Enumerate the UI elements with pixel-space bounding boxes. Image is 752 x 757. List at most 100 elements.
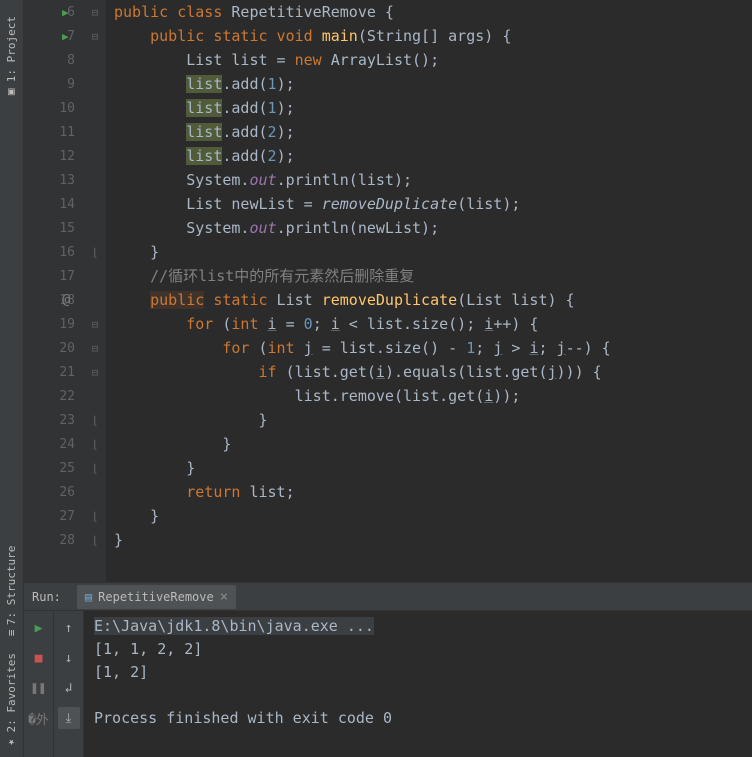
editor: 6▶7▶89101112131415161718@192021222324252…	[24, 0, 752, 582]
stop-button[interactable]: ■	[28, 647, 50, 669]
structure-icon: ≡	[5, 630, 18, 637]
code-line[interactable]: List list = new ArrayList();	[114, 48, 752, 72]
fold-marker[interactable]: ⌊	[84, 408, 106, 432]
run-gutter-icon[interactable]: ▶	[62, 6, 69, 19]
sidebar-tab-favorites[interactable]: ★ 2: Favorites	[3, 645, 20, 757]
gutter-line[interactable]: 8	[24, 48, 83, 72]
gutter-line[interactable]: 12	[24, 144, 83, 168]
exit-button[interactable]: �外	[28, 707, 50, 729]
gutter-line[interactable]: 21	[24, 360, 83, 384]
fold-marker[interactable]: ⊟	[84, 0, 106, 24]
gutter-line[interactable]: 16	[24, 240, 83, 264]
left-sidebar: ▣ 1: Project ≡ 7: Structure ★ 2: Favorit…	[0, 0, 24, 757]
code-line[interactable]: }	[114, 240, 752, 264]
fold-marker[interactable]	[84, 96, 106, 120]
gutter-line[interactable]: 28	[24, 528, 83, 552]
console-line	[94, 684, 742, 707]
fold-marker[interactable]	[84, 216, 106, 240]
code-line[interactable]: public static List removeDuplicate(List …	[114, 288, 752, 312]
fold-marker[interactable]: ⌊	[84, 528, 106, 552]
fold-marker[interactable]	[84, 288, 106, 312]
fold-marker[interactable]	[84, 384, 106, 408]
run-tab-name: RepetitiveRemove	[98, 590, 214, 604]
gutter-line[interactable]: 13	[24, 168, 83, 192]
sidebar-tab-label: 7: Structure	[5, 546, 18, 625]
scroll-icon[interactable]: ⤓	[58, 707, 80, 729]
up-icon[interactable]: ↑	[58, 617, 80, 639]
fold-marker[interactable]: ⊟	[84, 312, 106, 336]
fold-marker[interactable]: ⊟	[84, 24, 106, 48]
code-area[interactable]: public class RepetitiveRemove { public s…	[106, 0, 752, 582]
fold-marker[interactable]	[84, 120, 106, 144]
gutter-line[interactable]: 18@	[24, 288, 83, 312]
code-line[interactable]: System.out.println(list);	[114, 168, 752, 192]
gutter-line[interactable]: 15	[24, 216, 83, 240]
wrap-icon[interactable]: ↲	[58, 677, 80, 699]
code-line[interactable]: list.add(1);	[114, 72, 752, 96]
fold-marker[interactable]	[84, 480, 106, 504]
sidebar-tab-label: 2: Favorites	[5, 653, 18, 732]
code-line[interactable]: }	[114, 504, 752, 528]
fold-marker[interactable]: ⌊	[84, 504, 106, 528]
code-line[interactable]: list.remove(list.get(i));	[114, 384, 752, 408]
code-line[interactable]: List newList = removeDuplicate(list);	[114, 192, 752, 216]
gutter-line[interactable]: 7▶	[24, 24, 83, 48]
console-output[interactable]: E:\Java\jdk1.8\bin\java.exe ...[1, 1, 2,…	[84, 611, 752, 757]
gutter-line[interactable]: 23	[24, 408, 83, 432]
code-line[interactable]: }	[114, 456, 752, 480]
gutter-line[interactable]: 27	[24, 504, 83, 528]
fold-marker[interactable]	[84, 168, 106, 192]
run-toolbar-right: ↑ ↓ ↲ ⤓	[54, 611, 84, 757]
gutter-line[interactable]: 6▶	[24, 0, 83, 24]
code-line[interactable]: list.add(2);	[114, 144, 752, 168]
code-line[interactable]: return list;	[114, 480, 752, 504]
fold-marker[interactable]: ⌊	[84, 240, 106, 264]
code-line[interactable]: }	[114, 408, 752, 432]
gutter-line[interactable]: 17	[24, 264, 83, 288]
override-icon[interactable]: @	[62, 292, 70, 308]
run-gutter-icon[interactable]: ▶	[62, 30, 69, 43]
folder-icon: ▣	[5, 86, 18, 99]
code-line[interactable]: for (int j = list.size() - 1; j > i; j--…	[114, 336, 752, 360]
gutter-fold: ⊟⊟⌊⊟⊟⊟⌊⌊⌊⌊⌊	[84, 0, 106, 582]
code-line[interactable]: System.out.println(newList);	[114, 216, 752, 240]
code-line[interactable]: public static void main(String[] args) {	[114, 24, 752, 48]
gutter-line[interactable]: 11	[24, 120, 83, 144]
gutter-line[interactable]: 20	[24, 336, 83, 360]
fold-marker[interactable]: ⊟	[84, 360, 106, 384]
code-line[interactable]: list.add(2);	[114, 120, 752, 144]
fold-marker[interactable]: ⌊	[84, 456, 106, 480]
console-line: Process finished with exit code 0	[94, 707, 742, 730]
fold-marker[interactable]	[84, 144, 106, 168]
code-line[interactable]: }	[114, 432, 752, 456]
gutter-line[interactable]: 14	[24, 192, 83, 216]
down-icon[interactable]: ↓	[58, 647, 80, 669]
rerun-button[interactable]: ▶	[28, 617, 50, 639]
code-line[interactable]: if (list.get(i).equals(list.get(j))) {	[114, 360, 752, 384]
gutter-line[interactable]: 24	[24, 432, 83, 456]
gutter-line[interactable]: 9	[24, 72, 83, 96]
run-tab[interactable]: ▤ RepetitiveRemove ×	[77, 585, 236, 609]
fold-marker[interactable]	[84, 72, 106, 96]
code-line[interactable]: }	[114, 528, 752, 552]
code-line[interactable]: for (int i = 0; i < list.size(); i++) {	[114, 312, 752, 336]
gutter-line[interactable]: 22	[24, 384, 83, 408]
fold-marker[interactable]	[84, 192, 106, 216]
gutter: 6▶7▶89101112131415161718@192021222324252…	[24, 0, 84, 582]
sidebar-tab-project[interactable]: ▣ 1: Project	[3, 8, 20, 107]
fold-marker[interactable]: ⊟	[84, 336, 106, 360]
gutter-line[interactable]: 10	[24, 96, 83, 120]
close-icon[interactable]: ×	[220, 589, 228, 605]
gutter-line[interactable]: 19	[24, 312, 83, 336]
code-line[interactable]: public class RepetitiveRemove {	[114, 0, 752, 24]
fold-marker[interactable]	[84, 264, 106, 288]
code-line[interactable]: //循环list中的所有元素然后删除重复	[114, 264, 752, 288]
sidebar-tab-structure[interactable]: ≡ 7: Structure	[3, 538, 20, 644]
gutter-line[interactable]: 25	[24, 456, 83, 480]
code-line[interactable]: list.add(1);	[114, 96, 752, 120]
fold-marker[interactable]: ⌊	[84, 432, 106, 456]
fold-marker[interactable]	[84, 48, 106, 72]
gutter-line[interactable]: 26	[24, 480, 83, 504]
console-line: [1, 2]	[94, 661, 742, 684]
pause-button[interactable]: ❚❚	[28, 677, 50, 699]
